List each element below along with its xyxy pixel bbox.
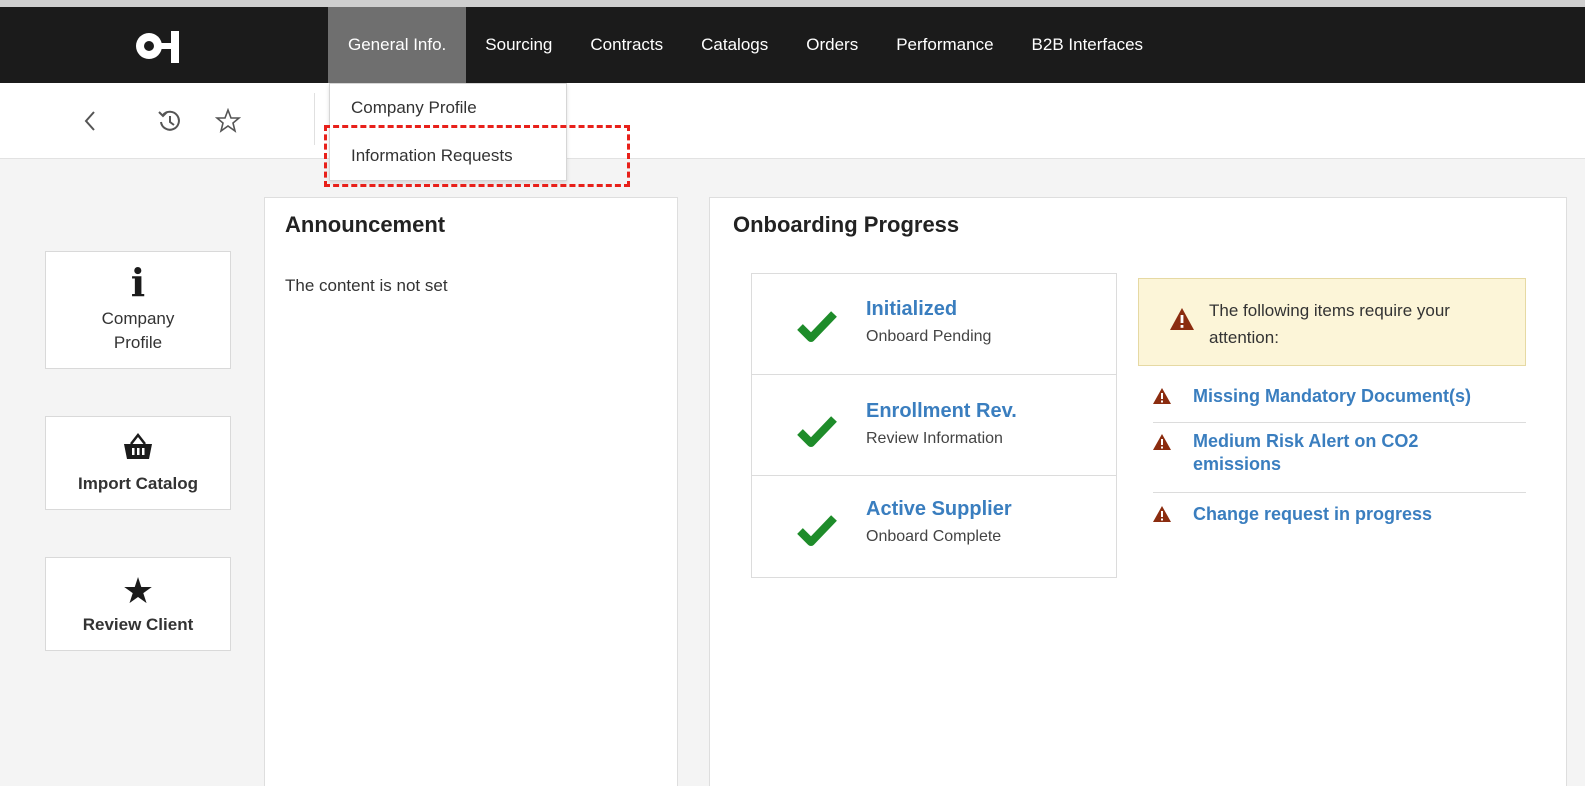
warning-icon [1153,388,1171,404]
announcement-text: The content is not set [285,276,448,295]
nav-catalogs[interactable]: Catalogs [682,7,787,83]
tile-label: Import Catalog [78,474,198,493]
nav-contracts[interactable]: Contracts [571,7,682,83]
tile-label: Review Client [82,615,194,634]
step-title[interactable]: Active Supplier [866,498,1012,521]
toolbar [0,83,1585,159]
basket-icon [120,432,156,468]
alert-link[interactable]: Change request in progress [1193,502,1513,526]
info-icon: i [130,260,146,305]
company-profile-tile[interactable]: i Company Profile [45,251,231,369]
step-subtitle: Review Information [866,430,1003,447]
alert-link[interactable]: Medium Risk Alert on CO2 emissions [1193,430,1473,476]
check-icon [797,311,837,342]
import-catalog-tile[interactable]: Import Catalog [45,416,231,510]
menu-item-information-requests[interactable]: Information Requests [330,132,566,180]
check-icon [797,416,837,447]
alert-missing-documents[interactable]: Missing Mandatory Document(s) [1153,384,1526,423]
alert-co2-risk[interactable]: Medium Risk Alert on CO2 emissions [1153,430,1526,493]
step-title[interactable]: Enrollment Rev. [866,400,1017,423]
warning-icon [1170,308,1194,330]
main-menu: General Info. Sourcing Contracts Catalog… [328,7,1162,83]
step-subtitle: Onboard Pending [866,328,992,345]
attention-box: The following items require your attenti… [1138,278,1526,366]
step-initialized: Initialized Onboard Pending [752,274,1116,375]
company-logo[interactable] [135,27,197,69]
step-subtitle: Onboard Complete [866,528,1002,545]
menu-item-company-profile[interactable]: Company Profile [330,84,566,132]
favorite-star-icon[interactable] [214,107,242,135]
step-title[interactable]: Initialized [866,298,957,321]
warning-icon [1153,434,1171,450]
nav-general-info[interactable]: General Info. [328,7,467,83]
step-enrollment-review: Enrollment Rev. Review Information [752,375,1116,476]
alert-change-request[interactable]: Change request in progress [1153,502,1526,532]
back-icon[interactable] [76,107,104,135]
nav-performance[interactable]: Performance [877,7,1012,83]
nav-orders[interactable]: Orders [787,7,877,83]
history-icon[interactable] [156,107,184,135]
nav-sourcing[interactable]: Sourcing [466,7,571,83]
general-info-dropdown: Company Profile Information Requests [329,83,567,181]
onboarding-title: Onboarding Progress [733,212,960,237]
nav-b2b-interfaces[interactable]: B2B Interfaces [1013,7,1163,83]
toolbar-divider [314,93,315,145]
warning-icon [1153,506,1171,522]
announcement-panel: Announcement The content is not set [264,197,678,786]
attention-text: The following items require your attenti… [1209,301,1450,347]
alert-link[interactable]: Missing Mandatory Document(s) [1193,384,1513,408]
tile-label: Company Profile [101,309,175,352]
check-icon [797,515,837,546]
review-client-tile[interactable]: ★ Review Client [45,557,231,651]
step-active-supplier: Active Supplier Onboard Complete [752,476,1116,577]
star-icon: ★ [121,570,155,611]
announcement-title: Announcement [285,212,446,237]
onboarding-steps: Initialized Onboard Pending Enrollment R… [751,273,1117,578]
top-nav-bar: General Info. Sourcing Contracts Catalog… [0,0,1585,83]
